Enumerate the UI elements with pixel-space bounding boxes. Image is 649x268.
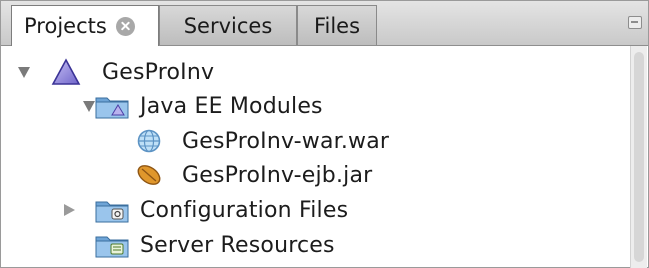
tab-projects[interactable]: Projects [11, 5, 159, 46]
tab-strip: Projects Services Files [1, 1, 648, 46]
projects-panel: Projects Services Files GesProInv Java E… [0, 0, 649, 268]
scrollbar-thumb[interactable] [634, 52, 644, 262]
tree-item-war-module[interactable]: GesProInv-war.war [1, 123, 431, 159]
tab-projects-label: Projects [24, 14, 107, 38]
folder-icon [95, 97, 129, 119]
tree-item-server-resources[interactable]: Server Resources [1, 227, 401, 263]
minimize-window-icon[interactable] [628, 16, 642, 29]
tree-item-configuration-files[interactable]: Configuration Files [1, 192, 401, 228]
tree-item-java-ee-modules[interactable]: Java EE Modules [1, 88, 361, 124]
expanded-arrow-icon[interactable] [18, 67, 30, 78]
server-resources-folder-icon [95, 236, 129, 258]
project-tree: GesProInv Java EE Modules GesProInv-war.… [1, 46, 631, 268]
tab-files-label: Files [313, 13, 361, 38]
config-folder-icon [95, 201, 129, 223]
ejb-bean-icon [137, 165, 161, 185]
tab-services[interactable]: Services [159, 5, 297, 45]
tab-services-label: Services [183, 13, 273, 38]
tab-files[interactable]: Files [297, 5, 377, 45]
tree-item-label: GesProInv [102, 59, 215, 85]
close-icon[interactable] [115, 16, 135, 36]
tree-item-label: Java EE Modules [140, 93, 323, 119]
vertical-scrollbar[interactable] [630, 46, 647, 268]
tree-item-gesproinv[interactable]: GesProInv [1, 54, 261, 90]
tree-item-label: GesProInv-ejb.jar [182, 162, 373, 188]
tree-item-label: GesProInv-war.war [182, 128, 390, 154]
enterprise-project-icon [51, 58, 81, 85]
collapsed-arrow-icon[interactable] [64, 204, 75, 216]
tree-item-label: Server Resources [140, 232, 335, 258]
tree-item-label: Configuration Files [140, 197, 349, 223]
web-module-globe-icon [137, 129, 161, 153]
expanded-arrow-icon[interactable] [83, 101, 95, 112]
tree-item-ejb-module[interactable]: GesProInv-ejb.jar [1, 157, 431, 193]
